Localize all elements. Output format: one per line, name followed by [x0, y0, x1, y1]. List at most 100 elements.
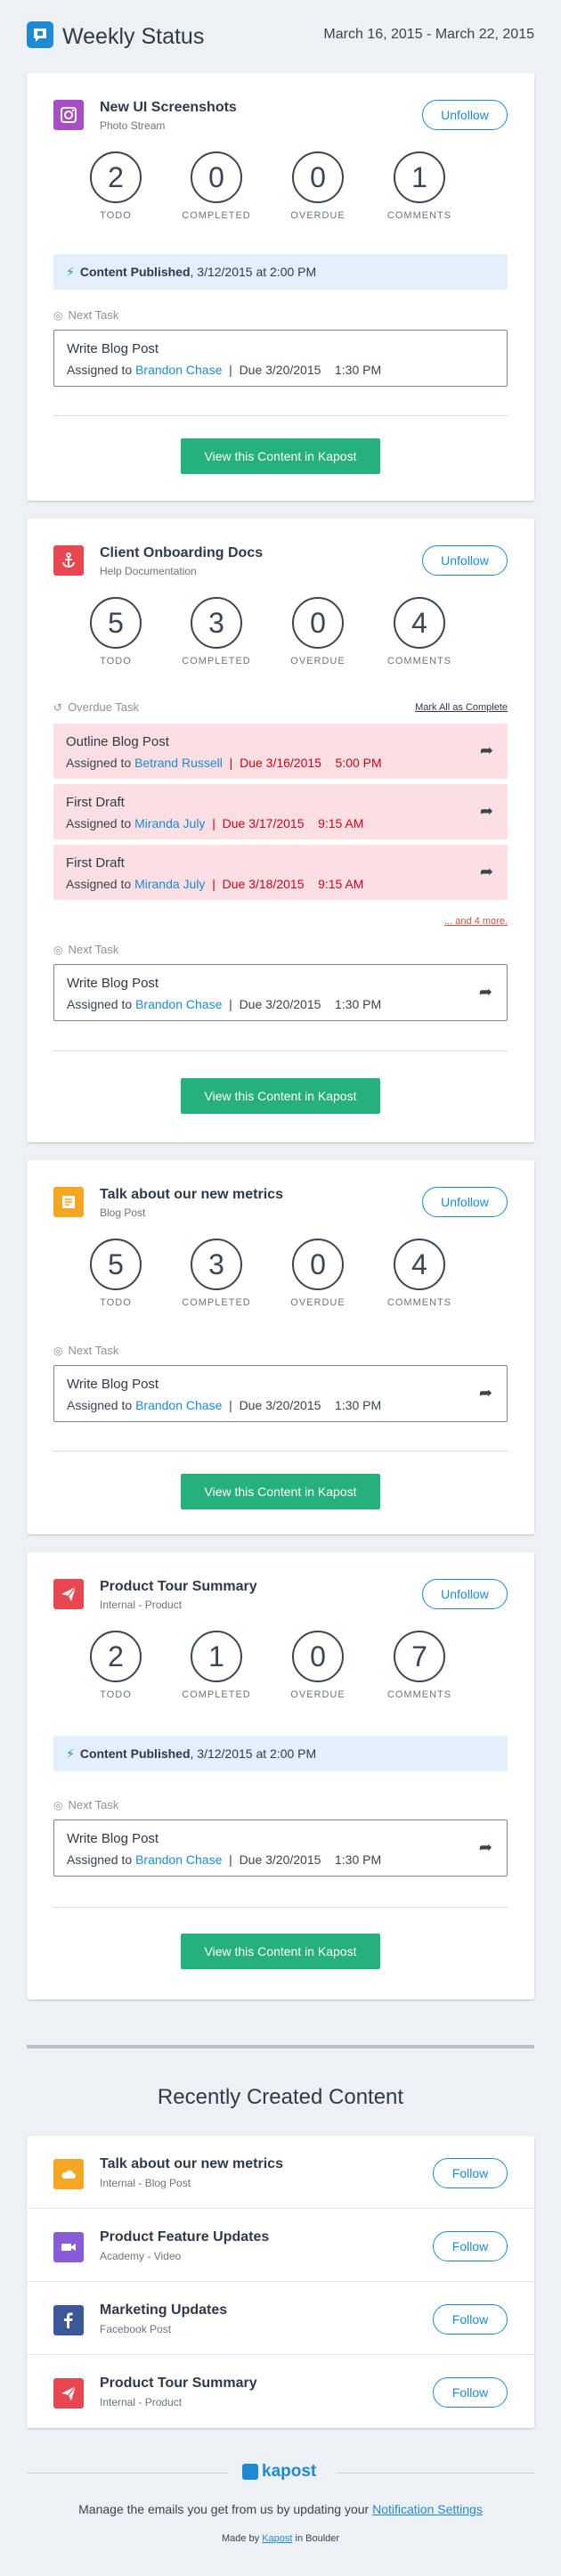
assignee-link[interactable]: Brandon Chase	[135, 1398, 222, 1412]
recent-item-title[interactable]: Marketing Updates	[100, 2302, 227, 2318]
published-label: Content Published	[79, 265, 191, 279]
due-time: 1:30 PM	[334, 363, 382, 377]
history-icon: ↺	[53, 701, 63, 714]
check-circle-icon: ◎	[53, 309, 63, 322]
assignee-link[interactable]: Miranda July	[134, 816, 205, 830]
task-title: Write Blog Post	[67, 341, 159, 356]
share-arrow-icon[interactable]: ➦	[480, 802, 493, 821]
overdue-task-label: ↺ Overdue Task	[53, 700, 139, 714]
stat-label: COMMENTS	[386, 656, 452, 666]
task-meta: Assigned to Miranda July | Due 3/18/2015…	[66, 877, 363, 891]
task-title: First Draft	[66, 855, 125, 871]
paper-plane-icon	[53, 1579, 84, 1609]
content-card: Product Tour Summary Internal - Product …	[27, 1552, 534, 1999]
kapost-link[interactable]: Kapost	[262, 2533, 292, 2544]
stat-value: 3	[191, 1239, 242, 1290]
date-range: March 16, 2015 - March 22, 2015	[323, 27, 534, 42]
due-date: Due 3/20/2015	[239, 1398, 321, 1412]
overdue-task-item[interactable]: Outline Blog Post Assigned to Betrand Ru…	[53, 724, 508, 779]
check-circle-icon: ◎	[53, 944, 63, 956]
share-arrow-icon[interactable]: ➦	[479, 1838, 492, 1857]
card-header: New UI Screenshots Photo Stream Unfollow	[53, 100, 508, 137]
assigned-prefix: Assigned to	[67, 1852, 136, 1867]
unfollow-button[interactable]: Unfollow	[422, 545, 508, 576]
stat-overdue: 0 OVERDUE	[273, 151, 362, 221]
and-more-link[interactable]: ... and 4 more.	[444, 916, 508, 927]
next-task-label: ◎ Next Task	[53, 1344, 118, 1357]
stat-overdue: 0 OVERDUE	[273, 1239, 362, 1308]
content-card: New UI Screenshots Photo Stream Unfollow…	[27, 73, 534, 501]
follow-button[interactable]: Follow	[433, 2304, 508, 2335]
separator: |	[229, 1398, 232, 1412]
footer-logo-text: kapost	[262, 2462, 317, 2481]
stat-overdue: 0 OVERDUE	[273, 1631, 362, 1700]
recent-item-title[interactable]: Talk about our new metrics	[100, 2156, 283, 2172]
assignee-link[interactable]: Betrand Russell	[134, 756, 223, 770]
footer-divider	[27, 2473, 228, 2474]
stats-row: 5 TODO 3 COMPLETED 0 OVERDUE 4 COMMENTS	[71, 1239, 490, 1319]
stat-completed: 1 COMPLETED	[172, 1631, 261, 1700]
unfollow-button[interactable]: Unfollow	[422, 1579, 508, 1609]
stat-label: COMPLETED	[182, 656, 251, 666]
assigned-prefix: Assigned to	[66, 816, 135, 830]
unfollow-button[interactable]: Unfollow	[422, 100, 508, 130]
view-content-button[interactable]: View this Content in Kapost	[181, 1474, 380, 1509]
share-arrow-icon[interactable]: ➦	[480, 863, 493, 881]
due-date: Due 3/20/2015	[239, 1852, 321, 1867]
follow-button[interactable]: Follow	[433, 2231, 508, 2261]
recent-item: Talk about our new metrics Internal - Bl…	[27, 2136, 534, 2209]
task-item[interactable]: Write Blog Post Assigned to Brandon Chas…	[53, 1365, 508, 1422]
view-content-button[interactable]: View this Content in Kapost	[181, 1078, 380, 1114]
card-title[interactable]: Talk about our new metrics	[100, 1187, 283, 1203]
stat-value: 5	[90, 1239, 142, 1290]
due-time: 1:30 PM	[334, 1398, 382, 1412]
overdue-task-item[interactable]: First Draft Assigned to Miranda July | D…	[53, 784, 508, 839]
stat-comments: 1 COMMENTS	[375, 151, 464, 221]
assignee-link[interactable]: Brandon Chase	[135, 363, 222, 377]
stat-value: 1	[394, 151, 445, 203]
published-date: , 3/12/2015 at 2:00 PM	[190, 265, 317, 279]
share-arrow-icon[interactable]: ➦	[480, 741, 493, 760]
recent-item-title[interactable]: Product Feature Updates	[100, 2229, 269, 2245]
overdue-task-text: Overdue Task	[68, 700, 140, 714]
stat-label: OVERDUE	[290, 1689, 346, 1700]
due-time: 9:15 AM	[318, 816, 364, 830]
stat-todo: 5 TODO	[71, 597, 160, 666]
task-meta: Assigned to Brandon Chase | Due 3/20/201…	[67, 997, 381, 1011]
mark-all-complete-link[interactable]: Mark All as Complete	[415, 702, 508, 713]
stat-value: 0	[292, 597, 344, 649]
footer-logo[interactable]: kapost	[239, 2462, 328, 2483]
assignee-link[interactable]: Brandon Chase	[135, 1852, 222, 1867]
due-date: Due 3/16/2015	[240, 756, 321, 770]
task-item[interactable]: Write Blog Post Assigned to Brandon Chas…	[53, 1820, 508, 1877]
lightning-icon: ⚡	[66, 1746, 75, 1761]
follow-button[interactable]: Follow	[433, 2158, 508, 2188]
card-title[interactable]: Client Onboarding Docs	[100, 545, 263, 561]
follow-button[interactable]: Follow	[433, 2377, 508, 2408]
task-item[interactable]: Write Blog Post Assigned to Brandon Chas…	[53, 330, 508, 387]
stat-label: OVERDUE	[290, 210, 346, 221]
task-item[interactable]: Write Blog Post Assigned to Brandon Chas…	[53, 964, 508, 1021]
view-content-button[interactable]: View this Content in Kapost	[181, 1934, 380, 1969]
card-title[interactable]: New UI Screenshots	[100, 100, 237, 116]
check-circle-icon: ◎	[53, 1345, 63, 1357]
assignee-link[interactable]: Brandon Chase	[135, 997, 222, 1011]
assignee-link[interactable]: Miranda July	[134, 877, 205, 891]
task-title: Write Blog Post	[67, 1377, 159, 1392]
email-root: Weekly Status March 16, 2015 - March 22,…	[0, 0, 561, 2576]
made-by-text: Made by Kapost in Boulder	[0, 2533, 561, 2544]
card-subtitle: Help Documentation	[100, 565, 197, 577]
published-banner: ⚡ Content Published, 3/12/2015 at 2:00 PM	[53, 254, 508, 290]
recent-item-subtitle: Academy - Video	[100, 2250, 182, 2262]
overdue-task-item[interactable]: First Draft Assigned to Miranda July | D…	[53, 845, 508, 900]
share-arrow-icon[interactable]: ➦	[479, 983, 492, 1002]
recent-item-title[interactable]: Product Tour Summary	[100, 2376, 257, 2392]
content-card: Client Onboarding Docs Help Documentatio…	[27, 519, 534, 1142]
stat-label: COMPLETED	[182, 1297, 251, 1308]
notification-settings-link[interactable]: Notification Settings	[372, 2502, 483, 2516]
share-arrow-icon[interactable]: ➦	[479, 1384, 492, 1402]
card-title[interactable]: Product Tour Summary	[100, 1579, 257, 1595]
stat-label: TODO	[100, 210, 132, 221]
view-content-button[interactable]: View this Content in Kapost	[181, 438, 380, 474]
unfollow-button[interactable]: Unfollow	[422, 1187, 508, 1217]
